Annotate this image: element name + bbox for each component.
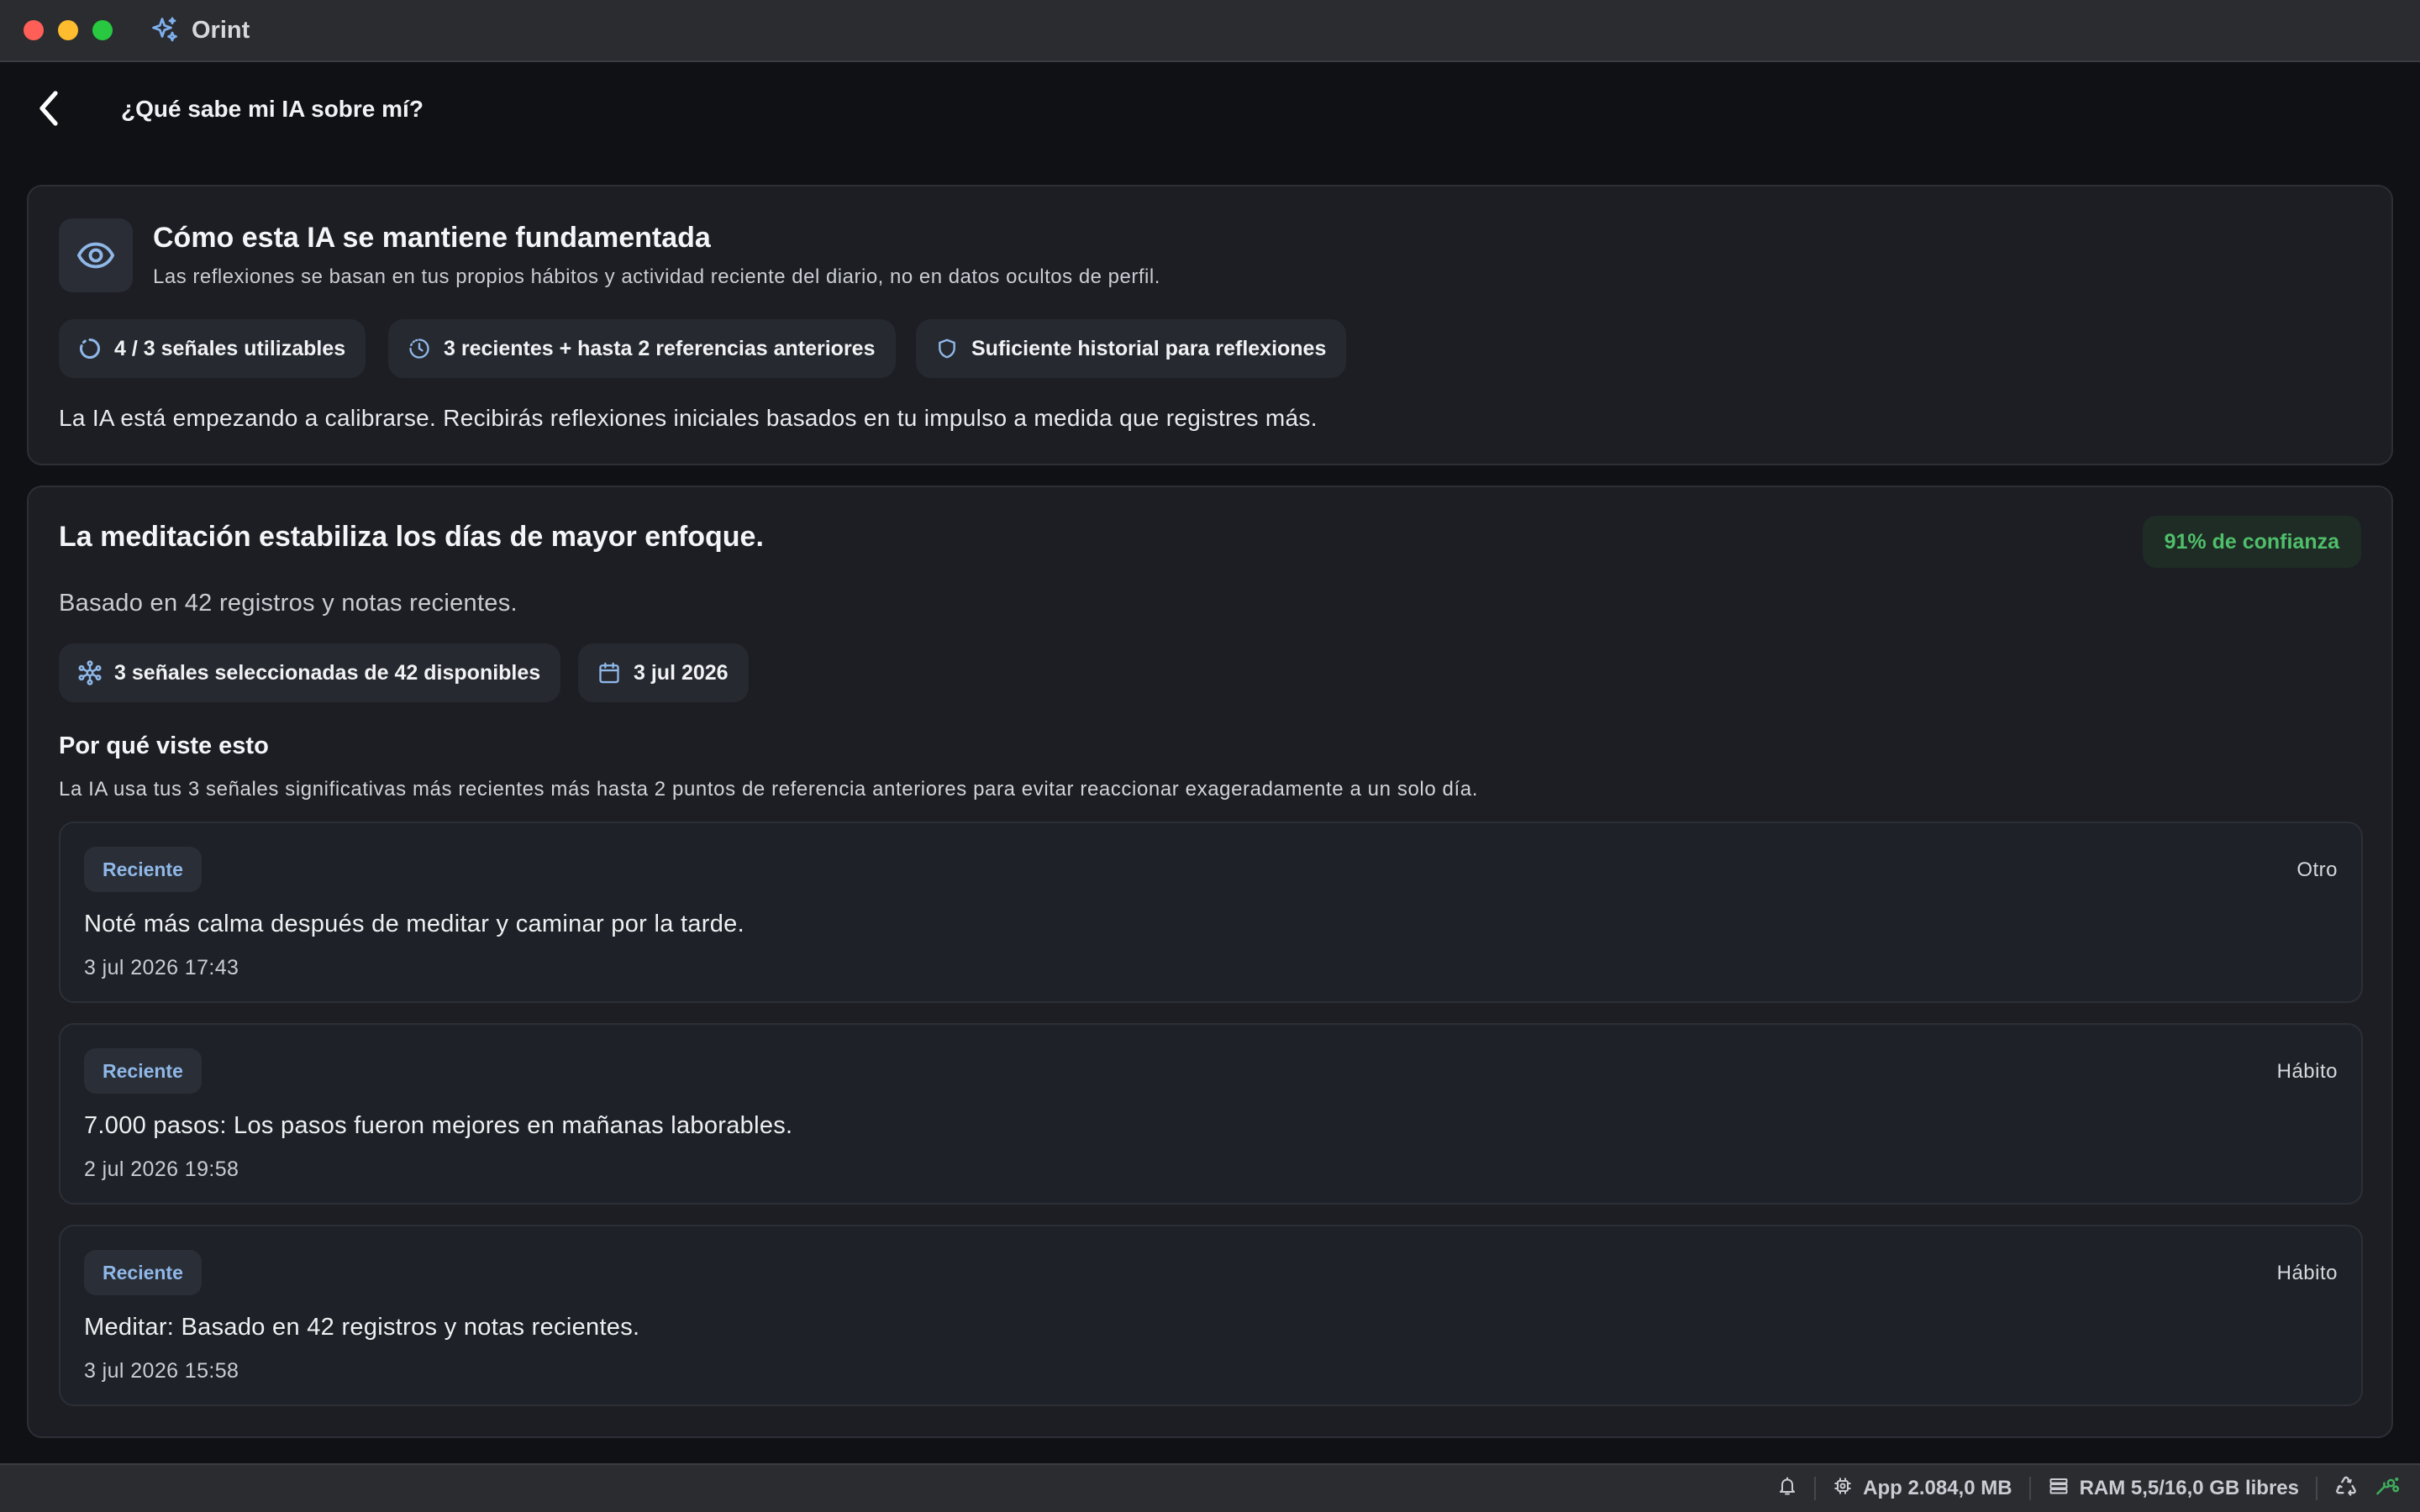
chip-icon [1833,1476,1853,1502]
why-description: La IA usa tus 3 señales significativas m… [59,778,1478,801]
usable-signals-label: 4 / 3 señales utilizables [114,336,346,360]
minimize-window-button[interactable] [58,20,78,40]
entry-date: 2 jul 2026 19:58 [84,1158,239,1181]
health-status-icon[interactable] [2375,1474,2402,1504]
page-header: ¿Qué sabe mi IA sobre mí? [0,64,2420,156]
network-icon [77,660,103,685]
eye-icon [59,218,133,292]
selected-signals-chip: 3 señales seleccionadas de 42 disponible… [59,643,561,702]
window-controls [24,20,113,40]
confidence-badge: 91% de confianza [2142,516,2361,568]
why-title: Por qué viste esto [59,732,269,759]
recent-tag: Reciente [84,847,202,892]
entry-category: Otro [2296,858,2338,881]
app-memory-label: App 2.084,0 MB [1863,1477,2012,1499]
entry-category: Hábito [2276,1060,2338,1083]
entry-text: Noté más calma después de meditar y cami… [84,911,744,937]
date-label: 3 jul 2026 [634,660,729,685]
title-bar: Orint [0,0,2420,62]
app-name: Orint [192,16,250,44]
status-divider [1814,1477,1817,1500]
recycle-icon[interactable] [2334,1474,2358,1504]
bell-icon[interactable] [1777,1475,1797,1503]
status-bar: App 2.084,0 MB RAM 5,5/16,0 GB libres [0,1463,2420,1512]
chevron-left-icon [39,91,58,126]
history-chip: Suficiente historial para reflexiones [916,319,1347,378]
calibration-message: La IA está empezando a calibrarse. Recib… [59,405,1318,431]
clock-icon [407,336,432,361]
back-button[interactable] [32,87,66,129]
memory-icon [2048,1476,2070,1502]
grounding-card: Cómo esta IA se mantiene fundamentada La… [27,185,2393,465]
ram-label: RAM 5,5/16,0 GB libres [2079,1477,2299,1499]
recent-references-label: 3 recientes + hasta 2 referencias anteri… [444,336,876,360]
usable-signals-chip: 4 / 3 señales utilizables [59,319,366,378]
selected-signals-label: 3 señales seleccionadas de 42 disponible… [114,660,541,685]
insight-card: La meditación estabiliza los días de may… [27,486,2393,1438]
grounding-title: Cómo esta IA se mantiene fundamentada [153,222,711,254]
progress-circle-icon [77,336,103,361]
app-memory-indicator: App 2.084,0 MB [1833,1476,2012,1502]
date-chip: 3 jul 2026 [578,643,749,702]
recent-tag: Reciente [84,1250,202,1295]
page-title: ¿Qué sabe mi IA sobre mí? [121,96,424,122]
entry-category: Hábito [2276,1262,2338,1284]
signal-entry: Reciente Hábito Meditar: Basado en 42 re… [59,1225,2363,1406]
entry-date: 3 jul 2026 17:43 [84,956,239,979]
ram-indicator: RAM 5,5/16,0 GB libres [2048,1476,2299,1502]
based-on-text: Basado en 42 registros y notas recientes… [59,590,518,617]
history-label: Suficiente historial para reflexiones [971,336,1327,360]
entry-date: 3 jul 2026 15:58 [84,1359,239,1383]
close-window-button[interactable] [24,20,44,40]
shield-icon [934,336,960,361]
calendar-icon [597,660,622,685]
status-divider [2028,1477,2031,1500]
insight-title: La meditación estabiliza los días de may… [59,521,764,553]
recent-tag: Reciente [84,1048,202,1094]
maximize-window-button[interactable] [92,20,113,40]
status-divider [2316,1477,2317,1500]
signal-entry: Reciente Otro Noté más calma después de … [59,822,2363,1003]
grounding-subtitle: Las reflexiones se basan en tus propios … [153,265,1160,288]
entry-text: Meditar: Basado en 42 registros y notas … [84,1314,640,1341]
recent-references-chip: 3 recientes + hasta 2 referencias anteri… [388,319,896,378]
sparkles-icon [150,14,182,46]
signal-entry: Reciente Hábito 7.000 pasos: Los pasos f… [59,1023,2363,1205]
entry-text: 7.000 pasos: Los pasos fueron mejores en… [84,1112,793,1139]
